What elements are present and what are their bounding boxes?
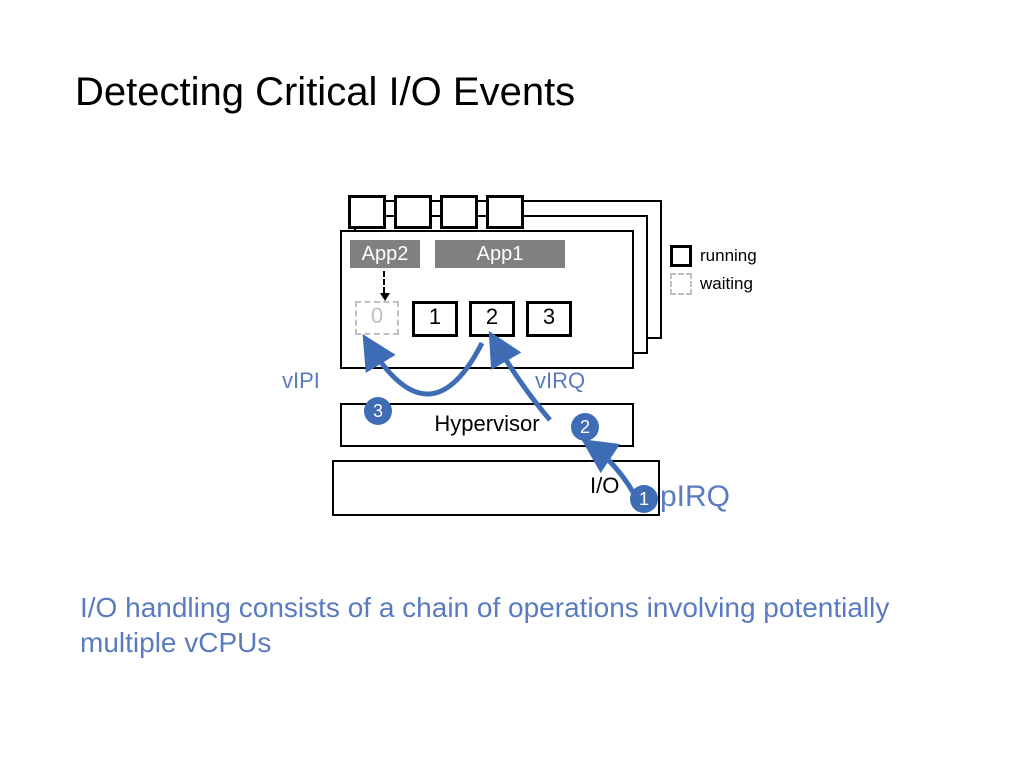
step-badge-3: 3 [364, 397, 392, 425]
legend-label-running: running [700, 246, 757, 266]
legend-row-waiting: waiting [670, 273, 757, 295]
vcpu-3: 3 [526, 301, 572, 337]
vcpu-1: 1 [412, 301, 458, 337]
pirq-label: pIRQ [660, 480, 730, 514]
app2-box: App2 [350, 240, 420, 268]
app1-box: App1 [435, 240, 565, 268]
app2-to-vcpu0-arrow [383, 271, 385, 293]
pcpu-3 [486, 195, 524, 229]
pcpu-0 [348, 195, 386, 229]
legend: running waiting [670, 245, 757, 301]
step-badge-2: 2 [571, 413, 599, 441]
legend-label-waiting: waiting [700, 274, 753, 294]
slide: Detecting Critical I/O Events App2 App1 … [0, 0, 1024, 768]
vcpu-0: 0 [355, 301, 399, 335]
legend-swatch-waiting-icon [670, 273, 692, 295]
diagram: App2 App1 0 1 2 3 running waiting Hyperv… [260, 185, 800, 555]
vipi-label: vIPI [282, 368, 320, 394]
legend-swatch-running-icon [670, 245, 692, 267]
legend-row-running: running [670, 245, 757, 267]
pcpu-1 [394, 195, 432, 229]
virq-label: vIRQ [535, 368, 585, 394]
caption: I/O handling consists of a chain of oper… [80, 590, 960, 660]
slide-title: Detecting Critical I/O Events [75, 70, 575, 115]
pcpu-2 [440, 195, 478, 229]
vcpu-2: 2 [469, 301, 515, 337]
step-badge-1: 1 [630, 485, 658, 513]
io-label: I/O [590, 473, 619, 499]
